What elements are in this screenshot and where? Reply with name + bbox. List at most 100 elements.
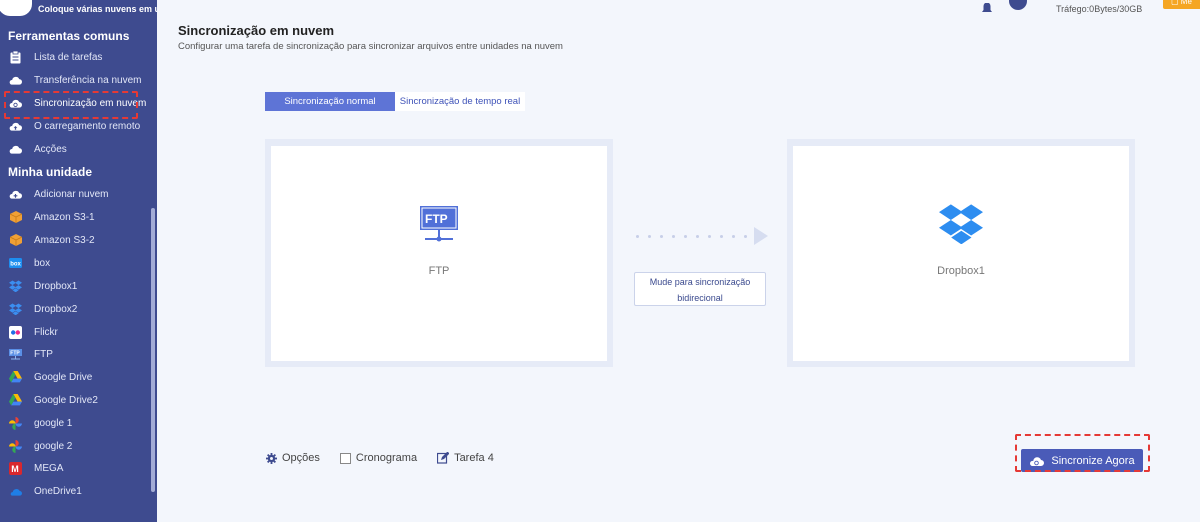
brand-tagline: Coloque várias nuvens em uma <box>38 4 157 14</box>
svg-text:box: box <box>10 262 21 268</box>
sidebar-item-label: Amazon S3-2 <box>34 234 95 246</box>
app-logo <box>0 0 32 16</box>
sidebar-item-google-drive2[interactable]: Google Drive2 <box>0 389 157 411</box>
task-options-bar: Opções Cronograma Tarefa 4 <box>266 452 514 464</box>
dropbox-icon <box>9 303 22 316</box>
page-title: Sincronização em nuvem <box>178 23 335 38</box>
sidebar-item-label: Flickr <box>34 326 58 338</box>
sidebar-item-google-2[interactable]: google 2 <box>0 435 157 457</box>
cloud-upload-icon <box>9 120 22 133</box>
sidebar-item-label: Amazon S3-1 <box>34 211 95 223</box>
sidebar-item-label: google 2 <box>34 440 73 452</box>
sidebar-item-mega[interactable]: M MEGA <box>0 457 157 479</box>
cloud-sync-icon <box>1029 456 1045 466</box>
sidebar-item-cloud-sync[interactable]: Sincronização em nuvem <box>0 92 157 114</box>
sidebar-item-cloud-transfer[interactable]: Transferência na nuvem <box>0 69 157 91</box>
sidebar-item-google-drive[interactable]: Google Drive <box>0 366 157 388</box>
task-name-field[interactable]: Tarefa 4 <box>437 452 494 464</box>
cloud-add-icon <box>9 188 22 201</box>
sidebar-item-label: google 1 <box>34 417 73 429</box>
target-panel[interactable]: Dropbox1 <box>787 139 1135 367</box>
section-drives-title: Minha unidade <box>8 165 92 179</box>
brand: Coloque várias nuvens em uma <box>0 0 157 22</box>
google-drive-icon <box>9 371 22 384</box>
google-photos-icon <box>9 416 22 430</box>
source-panel-body[interactable]: FTP FTP <box>271 146 607 361</box>
dropbox-icon <box>9 280 22 293</box>
schedule-label: Cronograma <box>355 452 418 464</box>
sidebar-item-label: Google Drive2 <box>34 394 98 406</box>
sidebar-item-dropbox2[interactable]: Dropbox2 <box>0 298 157 320</box>
box-icon: box <box>9 257 22 270</box>
switch-bidirectional-line1: Mude para sincronização <box>649 277 751 287</box>
ftp-icon: FTP <box>9 348 22 361</box>
dropbox-icon <box>939 202 983 249</box>
ftp-icon: FTP <box>417 202 461 251</box>
page-subtitle: Configurar uma tarefa de sincronização p… <box>178 41 563 52</box>
options-label: Opções <box>282 452 320 464</box>
section-tools-title: Ferramentas comuns <box>8 29 130 43</box>
sidebar-item-label: Lista de tarefas <box>34 51 103 63</box>
sidebar-item-box[interactable]: box box <box>0 252 157 274</box>
sidebar-item-label: Transferência na nuvem <box>34 74 142 86</box>
google-drive-icon <box>9 394 22 407</box>
svg-text:FTP: FTP <box>425 212 448 226</box>
cloud-transfer-icon <box>9 74 22 87</box>
sidebar-item-ftp[interactable]: FTP FTP <box>0 343 157 365</box>
tab-realtime-sync[interactable]: Sincronização de tempo real <box>395 92 525 111</box>
onedrive-icon <box>9 485 22 498</box>
amazon-s3-icon <box>9 234 22 247</box>
sidebar-item-label: Google Drive <box>34 371 93 383</box>
sidebar-item-label: FTP <box>34 348 53 360</box>
cloud-share-icon <box>9 143 22 156</box>
sidebar-scrollbar[interactable] <box>151 208 155 492</box>
sidebar-item-dropbox1[interactable]: Dropbox1 <box>0 275 157 297</box>
arrow-right-icon <box>754 227 768 245</box>
options-link[interactable]: Opções <box>266 452 320 464</box>
cart-icon: ▢ <box>1171 0 1179 6</box>
sync-now-label: Sincronize Agora <box>1051 454 1135 467</box>
sidebar-item-label: O carregamento remoto <box>34 120 141 132</box>
sidebar-item-label: box <box>34 257 51 269</box>
sidebar-item-amazon-s3-2[interactable]: Amazon S3-2 <box>0 229 157 251</box>
sidebar-item-google-1[interactable]: google 1 <box>0 412 157 434</box>
sync-now-button[interactable]: Sincronize Agora <box>1021 449 1143 472</box>
sidebar: Coloque várias nuvens em uma Ferramentas… <box>0 0 157 522</box>
clipboard-icon <box>9 50 22 64</box>
cloud-sync-icon <box>9 97 22 110</box>
mega-icon: M <box>9 461 22 475</box>
sidebar-item-add-cloud[interactable]: Adicionar nuvem <box>0 183 157 205</box>
sidebar-item-label: Adicionar nuvem <box>34 188 109 200</box>
sidebar-item-onedrive1[interactable]: OneDrive1 <box>0 480 157 502</box>
sidebar-item-label: Acções <box>34 143 67 155</box>
flickr-icon <box>9 325 22 339</box>
sidebar-item-label: OneDrive1 <box>34 485 82 497</box>
svg-text:FTP: FTP <box>10 351 20 357</box>
gear-icon <box>266 452 277 464</box>
schedule-checkbox[interactable] <box>339 452 351 464</box>
sidebar-item-label: MEGA <box>34 462 64 474</box>
task-name-label: Tarefa 4 <box>454 452 494 464</box>
target-label: Dropbox1 <box>937 265 985 277</box>
tab-normal-sync[interactable]: Sincronização normal <box>265 92 395 111</box>
top-menu-button[interactable]: ▢ Me <box>1163 0 1200 9</box>
avatar[interactable] <box>1009 0 1027 10</box>
sidebar-item-remote-upload[interactable]: O carregamento remoto <box>0 115 157 137</box>
sidebar-item-amazon-s3-1[interactable]: Amazon S3-1 <box>0 206 157 228</box>
sidebar-item-flickr[interactable]: Flickr <box>0 321 157 343</box>
amazon-s3-icon <box>9 211 22 224</box>
edit-icon <box>437 452 450 464</box>
sidebar-item-label: Dropbox2 <box>34 303 78 315</box>
schedule-option[interactable]: Cronograma <box>339 452 418 464</box>
switch-bidirectional-button[interactable]: Mude para sincronização bidirecional <box>634 272 766 306</box>
top-menu-label: Me <box>1180 0 1192 6</box>
bell-icon[interactable] <box>980 0 994 18</box>
svg-text:M: M <box>11 464 19 474</box>
traffic-usage: Tráfego:0Bytes/30GB <box>1056 4 1143 14</box>
sidebar-item-actions[interactable]: Acções <box>0 138 157 160</box>
target-panel-body[interactable]: Dropbox1 <box>793 146 1129 361</box>
sidebar-item-task-list[interactable]: Lista de tarefas <box>0 46 157 68</box>
sidebar-item-label: Sincronização em nuvem <box>34 97 147 109</box>
source-panel[interactable]: FTP FTP <box>265 139 613 367</box>
sync-direction-arrow <box>636 227 768 245</box>
